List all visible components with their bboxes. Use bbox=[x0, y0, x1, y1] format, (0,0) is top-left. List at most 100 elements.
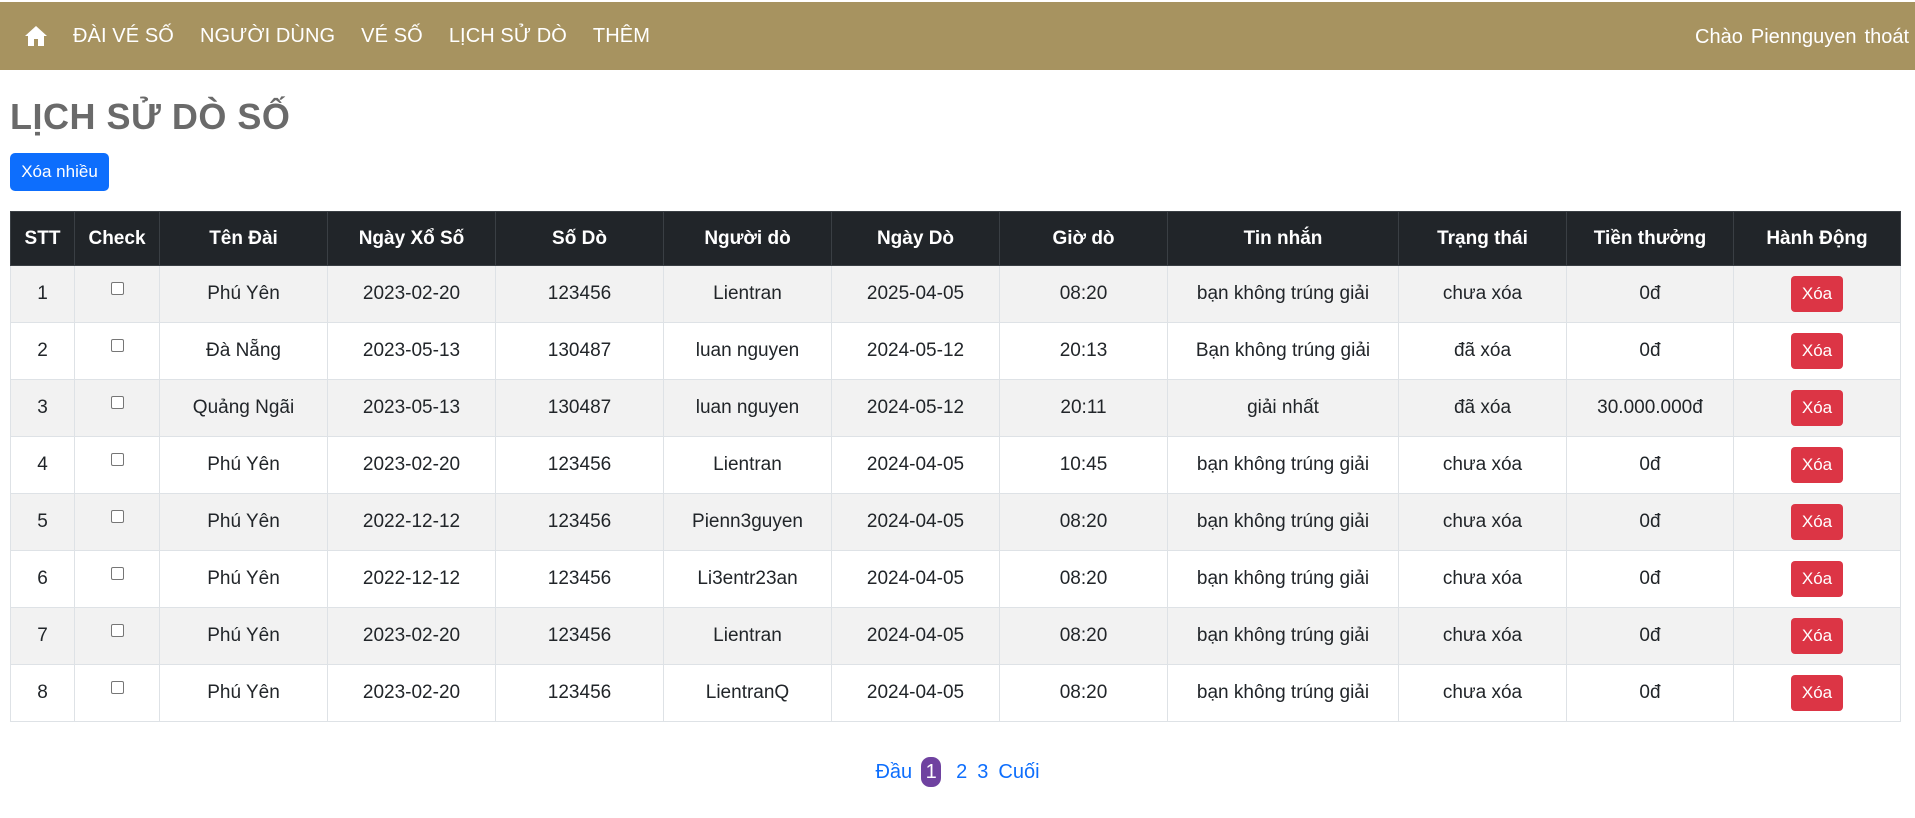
row-checkbox[interactable] bbox=[110, 282, 124, 295]
cell-station: Phú Yên bbox=[159, 493, 328, 551]
row-checkbox[interactable] bbox=[110, 567, 124, 580]
col-header-draw-date: Ngày Xổ Số bbox=[327, 211, 496, 266]
cell-message: Bạn không trúng giải bbox=[1167, 322, 1399, 380]
cell-prize: 0đ bbox=[1566, 664, 1734, 722]
cell-message: giải nhất bbox=[1167, 379, 1399, 437]
cell-checker: Lientran bbox=[663, 436, 832, 494]
row-checkbox[interactable] bbox=[110, 510, 124, 523]
col-header-actions: Hành Động bbox=[1733, 211, 1901, 266]
col-header-stt: STT bbox=[10, 211, 75, 266]
cell-stt: 4 bbox=[10, 436, 75, 494]
cell-draw-date: 2023-05-13 bbox=[327, 379, 496, 437]
cell-check-date: 2024-04-05 bbox=[831, 550, 1000, 608]
page-title: LỊCH SỬ DÒ SỐ bbox=[10, 96, 291, 137]
cell-station: Phú Yên bbox=[159, 550, 328, 608]
logout-link[interactable]: thoát bbox=[1865, 26, 1909, 49]
row-checkbox[interactable] bbox=[110, 453, 124, 466]
cell-stt: 7 bbox=[10, 607, 75, 665]
cell-message: bạn không trúng giải bbox=[1167, 436, 1399, 494]
delete-row-button[interactable]: Xóa bbox=[1791, 561, 1843, 597]
col-header-prize: Tiền thưởng bbox=[1566, 211, 1734, 266]
cell-station: Phú Yên bbox=[159, 664, 328, 722]
cell-checker: Li3entr23an bbox=[663, 550, 832, 608]
cell-check-time: 20:13 bbox=[999, 322, 1168, 380]
page-link-2[interactable]: 2 bbox=[956, 761, 967, 784]
nav-item-add[interactable]: THÊM bbox=[593, 25, 650, 48]
cell-check-time: 08:20 bbox=[999, 664, 1168, 722]
row-checkbox[interactable] bbox=[110, 624, 124, 637]
cell-draw-date: 2022-12-12 bbox=[327, 493, 496, 551]
cell-actions: Xóa bbox=[1733, 607, 1901, 665]
delete-row-button[interactable]: Xóa bbox=[1791, 390, 1843, 426]
user-area: Chào Piennguyen thoát bbox=[1695, 26, 1909, 49]
cell-station: Quảng Ngãi bbox=[159, 379, 328, 437]
cell-checker: Pienn3guyen bbox=[663, 493, 832, 551]
nav-item-users[interactable]: NGƯỜI DÙNG bbox=[200, 25, 335, 48]
delete-row-button[interactable]: Xóa bbox=[1791, 618, 1843, 654]
delete-row-button[interactable]: Xóa bbox=[1791, 276, 1843, 312]
cell-station: Phú Yên bbox=[159, 607, 328, 665]
table-row: 4 Phú Yên 2023-02-20 123456 Lientran 2024-04-… bbox=[10, 436, 1901, 494]
table-row: 6 Phú Yên 2022-12-12 123456 Li3entr23an 2024-… bbox=[10, 550, 1901, 608]
nav-item-tickets[interactable]: VÉ SỐ bbox=[361, 25, 423, 48]
check-history-table: STT Check Tên Đài Ngày Xổ Số Số Dò Người… bbox=[10, 211, 1901, 722]
page-last-link[interactable]: Cuối bbox=[998, 761, 1039, 784]
cell-message: bạn không trúng giải bbox=[1167, 265, 1399, 323]
cell-actions: Xóa bbox=[1733, 550, 1901, 608]
cell-number: 130487 bbox=[495, 379, 664, 437]
cell-actions: Xóa bbox=[1733, 493, 1901, 551]
page-link-3[interactable]: 3 bbox=[977, 761, 988, 784]
cell-check-time: 08:20 bbox=[999, 607, 1168, 665]
col-header-station: Tên Đài bbox=[159, 211, 328, 266]
cell-status: đã xóa bbox=[1398, 322, 1567, 380]
page-link-current[interactable]: 1 bbox=[921, 757, 942, 787]
cell-status: chưa xóa bbox=[1398, 493, 1567, 551]
delete-row-button[interactable]: Xóa bbox=[1791, 333, 1843, 369]
cell-check-time: 08:20 bbox=[999, 493, 1168, 551]
cell-check bbox=[74, 607, 160, 665]
cell-number: 123456 bbox=[495, 550, 664, 608]
top-navbar: ĐÀI VÉ SỐ NGƯỜI DÙNG VÉ SỐ LỊCH SỬ DÒ TH… bbox=[0, 0, 1915, 70]
nav-item-check-history[interactable]: LỊCH SỬ DÒ bbox=[449, 25, 567, 48]
cell-message: bạn không trúng giải bbox=[1167, 607, 1399, 665]
cell-stt: 6 bbox=[10, 550, 75, 608]
cell-checker: LientranQ bbox=[663, 664, 832, 722]
home-icon[interactable] bbox=[23, 23, 49, 49]
cell-message: bạn không trúng giải bbox=[1167, 550, 1399, 608]
cell-check-time: 08:20 bbox=[999, 550, 1168, 608]
cell-number: 123456 bbox=[495, 436, 664, 494]
cell-actions: Xóa bbox=[1733, 379, 1901, 437]
page-first-link[interactable]: Đầu bbox=[875, 761, 912, 784]
cell-stt: 2 bbox=[10, 322, 75, 380]
cell-draw-date: 2022-12-12 bbox=[327, 550, 496, 608]
nav-item-lottery-station[interactable]: ĐÀI VÉ SỐ bbox=[73, 25, 174, 48]
cell-check bbox=[74, 322, 160, 380]
cell-check bbox=[74, 265, 160, 323]
bulk-delete-button[interactable]: Xóa nhiều bbox=[10, 153, 109, 191]
delete-row-button[interactable]: Xóa bbox=[1791, 675, 1843, 711]
table-row: 7 Phú Yên 2023-02-20 123456 Lientran 2024-04-… bbox=[10, 607, 1901, 665]
cell-actions: Xóa bbox=[1733, 436, 1901, 494]
cell-actions: Xóa bbox=[1733, 322, 1901, 380]
greeting-text: Chào bbox=[1695, 26, 1743, 48]
cell-check-date: 2024-04-05 bbox=[831, 607, 1000, 665]
cell-station: Phú Yên bbox=[159, 436, 328, 494]
cell-check-date: 2024-04-05 bbox=[831, 436, 1000, 494]
col-header-check-date: Ngày Dò bbox=[831, 211, 1000, 266]
cell-check-time: 10:45 bbox=[999, 436, 1168, 494]
row-checkbox[interactable] bbox=[110, 681, 124, 694]
row-checkbox[interactable] bbox=[110, 339, 124, 352]
cell-prize: 0đ bbox=[1566, 607, 1734, 665]
cell-number: 123456 bbox=[495, 664, 664, 722]
delete-row-button[interactable]: Xóa bbox=[1791, 447, 1843, 483]
cell-stt: 8 bbox=[10, 664, 75, 722]
cell-prize: 0đ bbox=[1566, 493, 1734, 551]
cell-message: bạn không trúng giải bbox=[1167, 664, 1399, 722]
username-text: Piennguyen bbox=[1750, 26, 1857, 48]
cell-number: 123456 bbox=[495, 493, 664, 551]
table-row: 1 Phú Yên 2023-02-20 123456 Lientran 2025-04-… bbox=[10, 265, 1901, 323]
row-checkbox[interactable] bbox=[110, 396, 124, 409]
pagination: Đầu 1 2 3 Cuối bbox=[0, 757, 1915, 787]
cell-status: chưa xóa bbox=[1398, 664, 1567, 722]
delete-row-button[interactable]: Xóa bbox=[1791, 504, 1843, 540]
